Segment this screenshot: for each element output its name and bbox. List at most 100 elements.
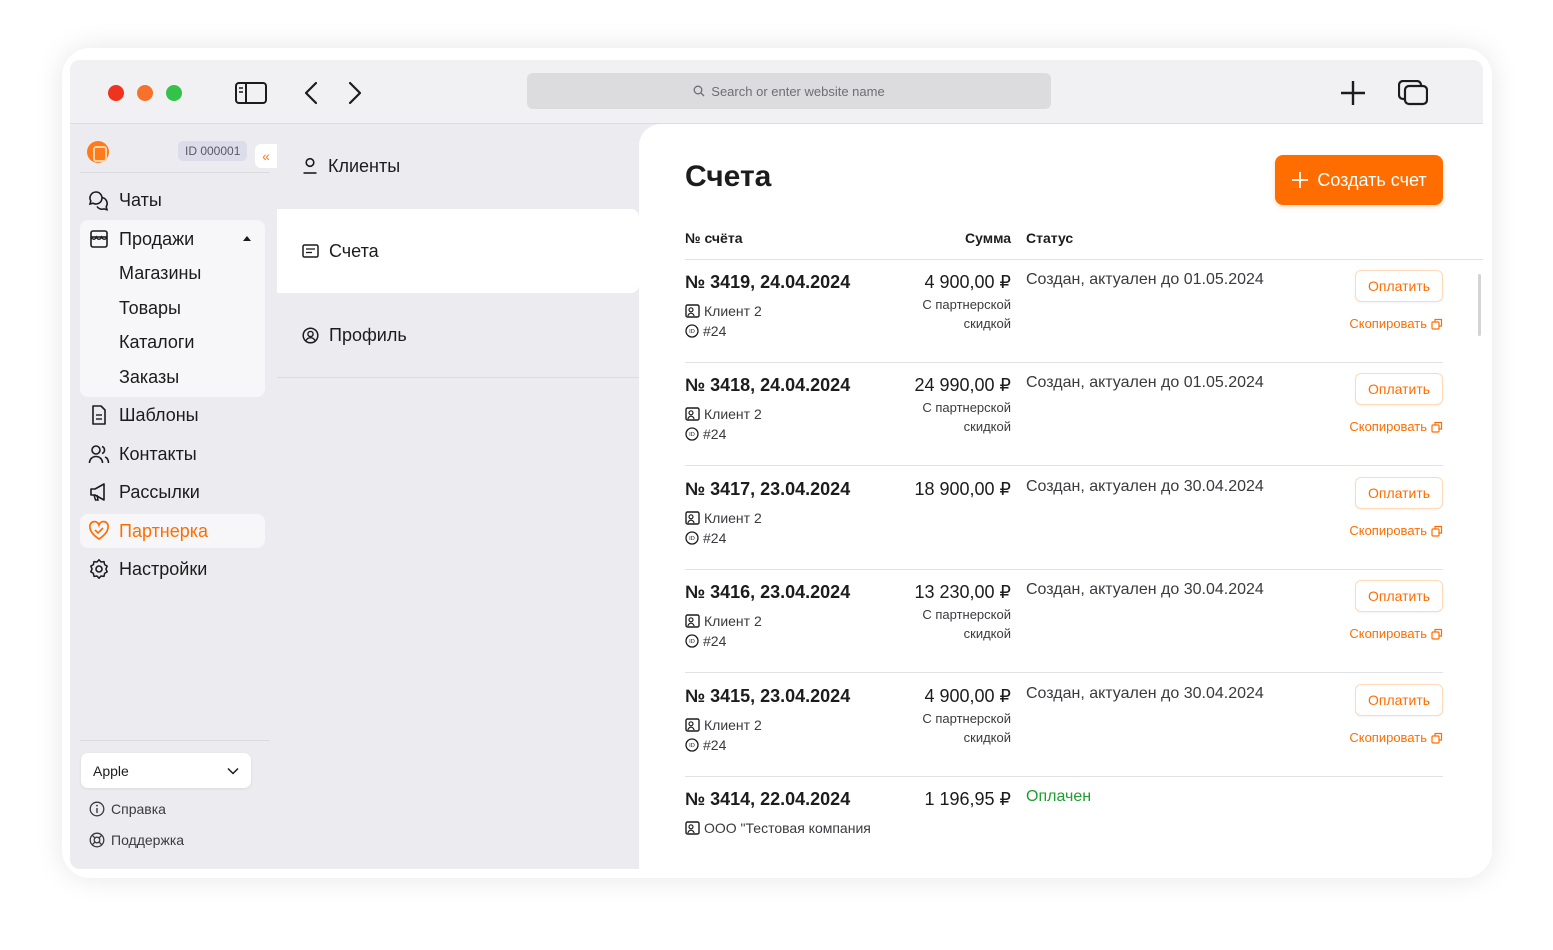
- address-bar[interactable]: Search or enter website name: [527, 73, 1051, 109]
- sidebar-item-chats[interactable]: Чаты: [80, 183, 265, 217]
- invoice-row[interactable]: № 3419, 24.04.2024 Клиент 2 ID #24 4 900,00 …: [685, 260, 1443, 363]
- invoice-row[interactable]: № 3416, 23.04.2024 Клиент 2 ID #24 13 230,00…: [685, 570, 1443, 673]
- copy-link-button[interactable]: Скопировать: [1349, 316, 1443, 331]
- client-card-icon: [685, 511, 700, 525]
- copy-link-button[interactable]: Скопировать: [1349, 626, 1443, 641]
- invoice-ref: ID #24: [685, 633, 726, 649]
- id-badge-icon: ID: [685, 634, 699, 648]
- pay-button[interactable]: Оплатить: [1355, 373, 1443, 405]
- invoice-number[interactable]: № 3418, 24.04.2024: [685, 375, 850, 396]
- sidebar-toggle-icon[interactable]: [234, 78, 268, 108]
- gear-icon: [90, 559, 108, 579]
- scrollbar-thumb[interactable]: [1478, 274, 1481, 336]
- invoice-row[interactable]: № 3417, 23.04.2024 Клиент 2 ID #24 18 900,00…: [685, 467, 1443, 570]
- invoice-number[interactable]: № 3414, 22.04.2024: [685, 789, 850, 810]
- sidebar-item-mailings[interactable]: Рассылки: [80, 475, 265, 509]
- svg-text:ID: ID: [689, 536, 695, 542]
- invoice-number[interactable]: № 3419, 24.04.2024: [685, 272, 850, 293]
- invoice-amount: 18 900,00 ₽: [914, 479, 1011, 499]
- tabs-overview-icon[interactable]: [1396, 78, 1430, 108]
- invoice-discount-note: С партнерской скидкой: [922, 711, 1011, 745]
- invoice-amount: 4 900,00 ₽: [924, 686, 1011, 706]
- subnav-item-clients[interactable]: Клиенты: [277, 124, 639, 208]
- forward-icon[interactable]: [338, 78, 372, 108]
- workspace-select-value: Apple: [93, 762, 129, 779]
- invoice-ref: ID #24: [685, 323, 726, 339]
- invoice-client-name: Клиент 2: [704, 510, 762, 526]
- sidebar-item-partner[interactable]: Партнерка: [80, 514, 265, 548]
- invoice-client: Клиент 2: [685, 613, 762, 629]
- divider: [685, 672, 1443, 673]
- sidebar-item-templates[interactable]: Шаблоны: [80, 398, 265, 432]
- pay-button[interactable]: Оплатить: [1355, 580, 1443, 612]
- copy-link-button[interactable]: Скопировать: [1349, 419, 1443, 434]
- subnav-panel: Клиенты Счета Профиль: [277, 124, 639, 869]
- new-tab-icon[interactable]: [1336, 78, 1370, 108]
- sidebar-item-label: Настройки: [119, 558, 208, 579]
- sidebar-item-contacts[interactable]: Контакты: [80, 437, 265, 471]
- account-id-badge: ID 000001: [178, 141, 248, 161]
- pay-button[interactable]: Оплатить: [1355, 684, 1443, 716]
- invoice-ref: ID #24: [685, 737, 726, 753]
- invoice-status: Оплачен: [1026, 788, 1092, 805]
- lifebuoy-icon: [89, 832, 105, 848]
- invoice-row[interactable]: № 3418, 24.04.2024 Клиент 2 ID #24 24 990,00…: [685, 363, 1443, 466]
- invoice-amount: 13 230,00 ₽: [914, 582, 1011, 602]
- workspace-select[interactable]: Apple: [81, 753, 251, 788]
- invoice-number[interactable]: № 3415, 23.04.2024: [685, 686, 850, 707]
- invoices-panel: Счета Создать счет № счёта Сумма Статус …: [639, 124, 1483, 869]
- invoice-number[interactable]: № 3416, 23.04.2024: [685, 582, 850, 603]
- invoice-amount: 24 990,00 ₽: [914, 375, 1011, 395]
- close-window-button[interactable]: [108, 85, 124, 101]
- column-header-amount: Сумма: [965, 230, 1012, 246]
- id-badge-icon: ID: [685, 324, 699, 338]
- collapse-sidebar-button[interactable]: «: [255, 144, 277, 168]
- invoice-client: Клиент 2: [685, 406, 762, 422]
- support-link[interactable]: Поддержка: [89, 832, 184, 848]
- invoice-amount: 1 196,95 ₽: [924, 789, 1011, 809]
- users-icon: [88, 445, 110, 464]
- invoice-status: Создан, актуален до 30.04.2024: [1026, 685, 1264, 702]
- sidebar-subitem-stores[interactable]: Магазины: [119, 258, 201, 288]
- id-badge-icon: ID: [685, 427, 699, 441]
- document-icon: [92, 405, 106, 425]
- plus-icon: [1292, 172, 1309, 188]
- copy-link-button[interactable]: Скопировать: [1349, 730, 1443, 745]
- column-header-number: № счёта: [685, 230, 743, 246]
- app-logo[interactable]: [87, 141, 109, 163]
- chevron-down-icon: [227, 767, 239, 775]
- create-invoice-button[interactable]: Создать счет: [1275, 155, 1443, 205]
- sidebar-item-label: Рассылки: [119, 481, 200, 502]
- invoice-discount-note: С партнерской скидкой: [922, 297, 1011, 331]
- subnav-item-invoices[interactable]: Счета: [277, 209, 639, 293]
- megaphone-icon: [90, 483, 105, 501]
- sidebar-subitem-orders[interactable]: Заказы: [119, 362, 179, 392]
- invoice-client-name: Клиент 2: [704, 613, 762, 629]
- invoice-client: ООО "Тестовая компания: [685, 820, 871, 836]
- back-icon[interactable]: [294, 78, 328, 108]
- invoice-row[interactable]: № 3414, 22.04.2024 ООО "Тестовая компания…: [685, 777, 1443, 869]
- browser-toolbar: Search or enter website name: [70, 60, 1483, 124]
- help-label: Справка: [111, 801, 166, 817]
- divider: [80, 740, 270, 741]
- invoice-row[interactable]: № 3415, 23.04.2024 Клиент 2 ID #24 4 900,00 …: [685, 674, 1443, 777]
- pay-button[interactable]: Оплатить: [1355, 270, 1443, 302]
- subnav-item-profile[interactable]: Профиль: [277, 293, 639, 377]
- invoice-client: Клиент 2: [685, 717, 762, 733]
- subnav-item-label: Счета: [329, 240, 379, 261]
- invoice-number[interactable]: № 3417, 23.04.2024: [685, 479, 850, 500]
- profile-circle-icon: [302, 326, 319, 344]
- invoice-amount: 4 900,00 ₽: [924, 272, 1011, 292]
- sidebar-subitem-catalogs[interactable]: Каталоги: [119, 327, 195, 357]
- sidebar-item-sales[interactable]: Продажи: [80, 222, 265, 256]
- id-badge-icon: ID: [685, 531, 699, 545]
- address-placeholder: Search or enter website name: [711, 83, 885, 99]
- minimize-window-button[interactable]: [137, 85, 153, 101]
- sidebar-item-settings[interactable]: Настройки: [80, 552, 265, 586]
- zoom-window-button[interactable]: [166, 85, 182, 101]
- help-link[interactable]: Справка: [89, 801, 166, 817]
- sidebar-subitem-products[interactable]: Товары: [119, 293, 181, 323]
- pay-button[interactable]: Оплатить: [1355, 477, 1443, 509]
- subnav-item-label: Клиенты: [328, 155, 401, 176]
- copy-link-button[interactable]: Скопировать: [1349, 523, 1443, 538]
